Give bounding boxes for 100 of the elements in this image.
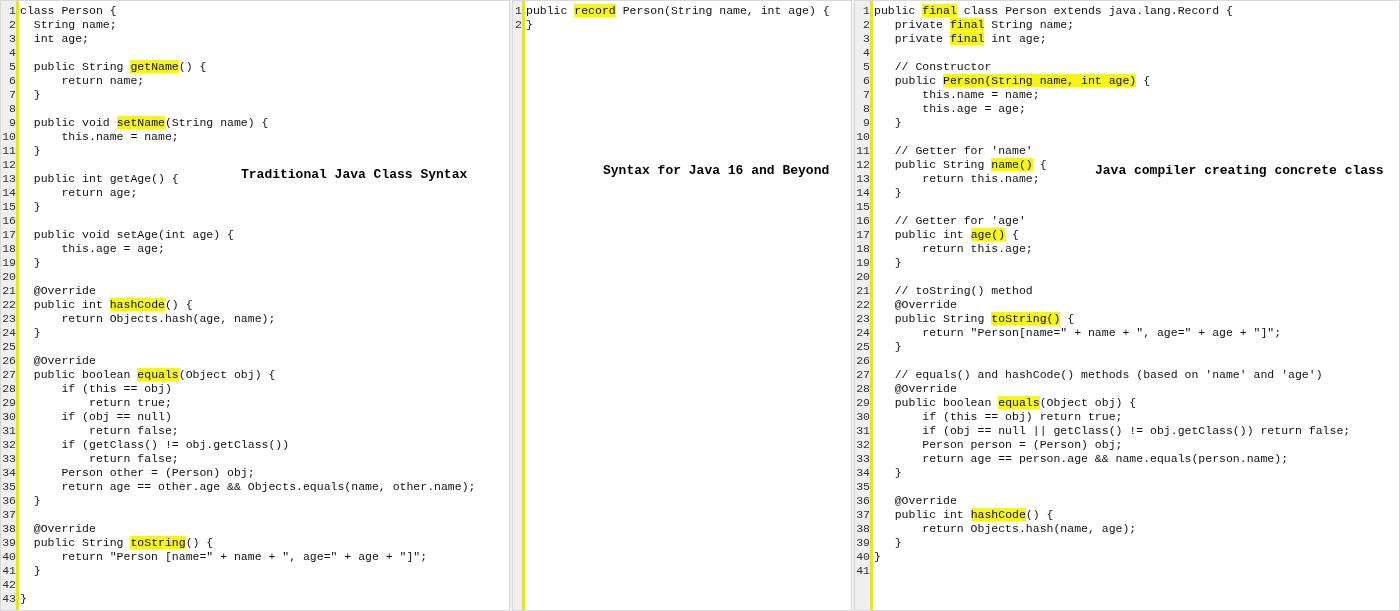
line-number: 2: [863, 18, 870, 32]
line-number: 12: [856, 158, 870, 172]
line-number: 1: [515, 4, 522, 18]
line-number: 36: [2, 494, 16, 508]
line-number: 30: [2, 410, 16, 424]
line-number: 29: [856, 396, 870, 410]
code-line: public final class Person extends java.lang.Record {: [874, 4, 1233, 18]
code-line: public void setName(String name) {: [32, 116, 269, 130]
line-number: 32: [2, 438, 16, 452]
line-number: 6: [9, 74, 16, 88]
line-number: 39: [2, 536, 16, 550]
code-line: public record Person(String name, int age) {: [526, 4, 830, 18]
line-number: 25: [856, 340, 870, 354]
line-number: 25: [2, 340, 16, 354]
line-number: 34: [2, 466, 16, 480]
code-line: public boolean equals(Object obj) {: [893, 396, 1137, 410]
caption-label: Syntax for Java 16 and Beyond: [603, 162, 830, 180]
line-number: 18: [2, 242, 16, 256]
line-number: 24: [856, 326, 870, 340]
line-number: 23: [856, 312, 870, 326]
line-number: 6: [863, 74, 870, 88]
code-line: }: [526, 18, 533, 32]
code-line: @Override: [32, 354, 96, 368]
line-number: 10: [856, 130, 870, 144]
line-number: 3: [863, 32, 870, 46]
line-number: 37: [2, 508, 16, 522]
code-line: }: [893, 116, 902, 130]
code-line: }: [32, 564, 41, 578]
line-number: 4: [9, 46, 16, 60]
code-line: }: [32, 494, 41, 508]
code-line: public int hashCode() {: [893, 508, 1054, 522]
line-number: 33: [856, 452, 870, 466]
line-number: 9: [863, 116, 870, 130]
line-number: 26: [2, 354, 16, 368]
line-number: 13: [2, 172, 16, 186]
code-line: }: [874, 550, 881, 564]
code-line: public Person(String name, int age) {: [893, 74, 1151, 88]
line-number: 16: [2, 214, 16, 228]
code-line: }: [893, 256, 902, 270]
line-number: 11: [856, 144, 870, 158]
code-line: return true;: [88, 396, 172, 410]
line-number: 18: [856, 242, 870, 256]
line-number: 12: [2, 158, 16, 172]
code-line: return age == person.age && name.equals(person.name);: [921, 452, 1289, 466]
code-line: this.age = age;: [921, 102, 1026, 116]
code-line: @Override: [893, 382, 957, 396]
code-line: return false;: [88, 424, 179, 438]
code-line: }: [32, 88, 41, 102]
line-number: 5: [863, 60, 870, 74]
line-number: 41: [856, 564, 870, 578]
line-number: 31: [856, 424, 870, 438]
line-number: 9: [9, 116, 16, 130]
line-number: 26: [856, 354, 870, 368]
line-number: 27: [856, 368, 870, 382]
line-number: 32: [856, 438, 870, 452]
code-line: }: [32, 200, 41, 214]
code-line: return Objects.hash(age, name);: [60, 312, 276, 326]
code-line: return "Person[name=" + name + ", age=" + age + "]";: [921, 326, 1282, 340]
line-number: 39: [856, 536, 870, 550]
line-number: 20: [856, 270, 870, 284]
line-number: 21: [856, 284, 870, 298]
line-number: 38: [2, 522, 16, 536]
line-number: 1: [863, 4, 870, 18]
line-number: 37: [856, 508, 870, 522]
line-number: 7: [9, 88, 16, 102]
code-line: }: [32, 256, 41, 270]
code-line: // Getter for 'age': [893, 214, 1026, 228]
line-number: 17: [856, 228, 870, 242]
code-line: }: [32, 326, 41, 340]
line-number: 14: [2, 186, 16, 200]
line-number: 28: [856, 382, 870, 396]
line-number: 31: [2, 424, 16, 438]
code-line: public String getName() {: [32, 60, 207, 74]
code-line: class Person {: [20, 4, 117, 18]
line-number: 38: [856, 522, 870, 536]
code-line: int age;: [32, 32, 89, 46]
code-line: public int age() {: [893, 228, 1019, 242]
code-line: }: [893, 466, 902, 480]
line-number: 14: [856, 186, 870, 200]
line-number: 30: [856, 410, 870, 424]
line-number: 4: [863, 46, 870, 60]
code-line: public String toString() {: [893, 312, 1075, 326]
code-line: Person other = (Person) obj;: [60, 466, 255, 480]
line-number: 21: [2, 284, 16, 298]
line-number: 23: [2, 312, 16, 326]
code-line: private final String name;: [893, 18, 1075, 32]
line-number: 36: [856, 494, 870, 508]
code-line: return "Person [name=" + name + ", age=" + age + "]";: [60, 550, 428, 564]
line-number: 41: [2, 564, 16, 578]
code-line: @Override: [893, 494, 957, 508]
line-number: 22: [2, 298, 16, 312]
code-line: return age;: [60, 186, 138, 200]
line-number: 2: [515, 18, 522, 32]
line-number: 11: [2, 144, 16, 158]
caption-label: Traditional Java Class Syntax: [241, 166, 468, 184]
code-line: Person person = (Person) obj;: [921, 438, 1123, 452]
code-line: // Getter for 'name': [893, 144, 1033, 158]
code-line: return name;: [60, 74, 145, 88]
code-line: return Objects.hash(name, age);: [921, 522, 1137, 536]
line-number: 20: [2, 270, 16, 284]
